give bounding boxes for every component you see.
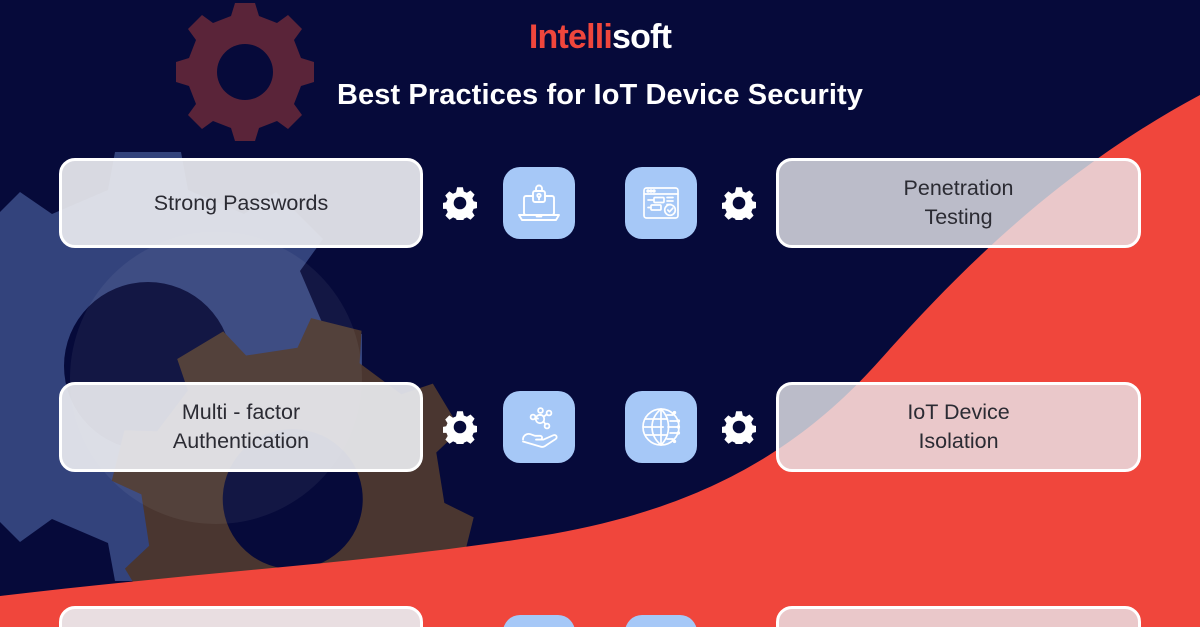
practice-card-right-text: IoT Device Isolation (907, 400, 1010, 453)
gear-icon (443, 186, 477, 220)
practice-card-right[interactable]: IoT Device Isolation (776, 382, 1141, 472)
magnifier-analytics-box-icon (503, 615, 575, 627)
practice-card-right-text: Penetration Testing (903, 176, 1014, 229)
hand-network-nodes-icon (503, 391, 575, 463)
practice-card-left[interactable]: Multi - factor Authentication (59, 382, 423, 472)
monitor-refresh-icon (625, 615, 697, 627)
practices-grid: Strong Passwords Penetration Testing Mul… (0, 158, 1200, 627)
practice-row: Strong Passwords Penetration Testing (0, 158, 1200, 248)
globe-circuit-icon (625, 391, 697, 463)
practice-card-right[interactable]: Penetration Testing (776, 158, 1141, 248)
practice-card-left-text: Strong Passwords (153, 190, 329, 215)
laptop-lock-icon (503, 167, 575, 239)
brand-logo-accent: Intelli (528, 18, 613, 56)
practice-card-left[interactable]: Careful Device Inventory Management (59, 606, 423, 627)
practice-row: Careful Device Inventory Management (0, 606, 1200, 627)
practice-card-left-text: Careful Device Inventory Management (123, 622, 358, 627)
gear-icon (443, 410, 477, 444)
infographic-canvas: Intellisoft Best Practices for IoT Devic… (0, 0, 1200, 627)
practice-row: Multi - factor Authentication IoT Device… (0, 382, 1200, 472)
practice-card-right[interactable]: Regular Patches and Updates (776, 606, 1141, 627)
page-title: Best Practices for IoT Device Security (336, 79, 864, 111)
practice-card-left[interactable]: Strong Passwords (59, 158, 423, 248)
practice-card-right-text: Regular Patches and Updates (879, 622, 1038, 627)
browser-workflow-check-icon (625, 167, 697, 239)
brand-logo-rest: soft (612, 18, 672, 56)
gear-icon (722, 410, 756, 444)
practice-card-left-text: Multi - factor Authentication (172, 400, 310, 453)
gear-icon (722, 186, 756, 220)
brand-logo: Intellisoft (0, 18, 1200, 57)
